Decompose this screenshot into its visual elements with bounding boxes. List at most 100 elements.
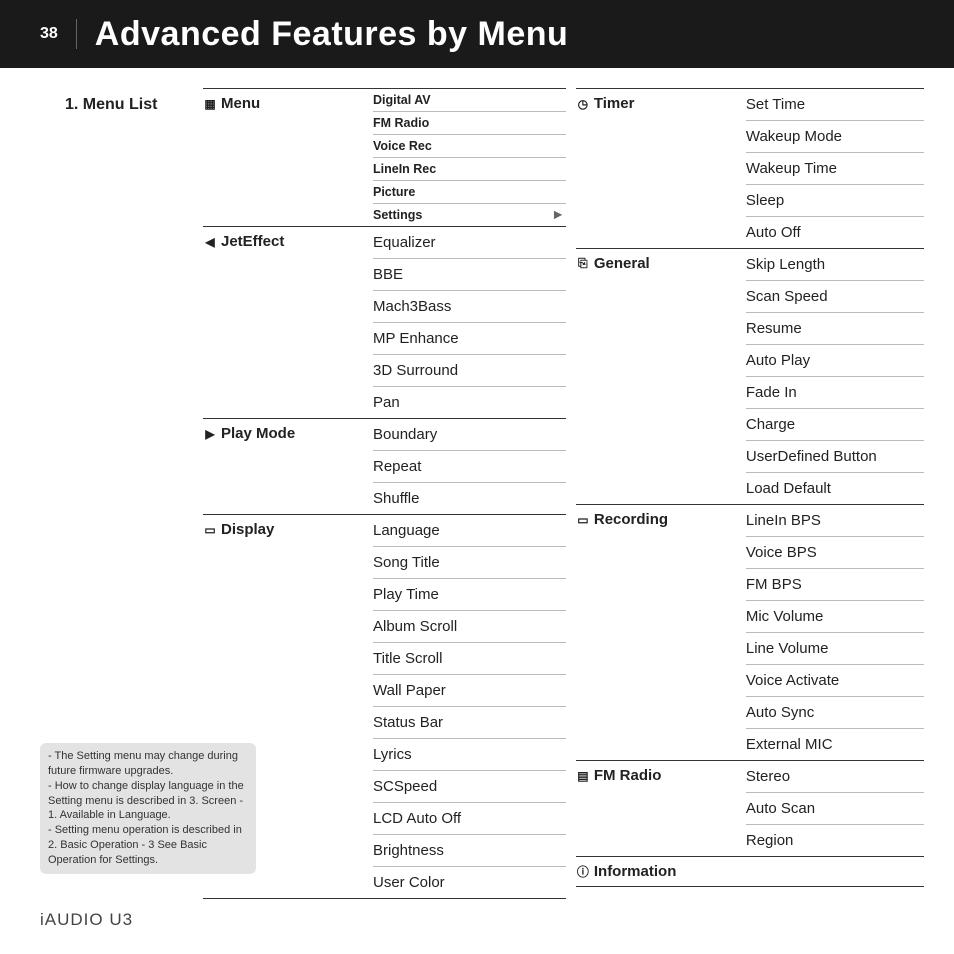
menu-category-menu: ▦ Menu bbox=[203, 89, 373, 112]
menu-item: Scan Speed bbox=[746, 281, 924, 313]
menu-item: Song Title bbox=[373, 547, 566, 579]
menu-item: Stereo bbox=[746, 761, 924, 793]
menu-item: FM Radio bbox=[373, 112, 566, 135]
menu-item: Skip Length bbox=[746, 249, 924, 281]
menu-item: Pan bbox=[373, 387, 566, 418]
menu-category-label: General bbox=[594, 255, 650, 272]
menu-category-recording: ▭ Recording bbox=[576, 505, 746, 528]
menu-item: Load Default bbox=[746, 473, 924, 504]
menu-item: Auto Play bbox=[746, 345, 924, 377]
menu-category-label: Information bbox=[594, 863, 677, 880]
menu-item: Play Time bbox=[373, 579, 566, 611]
display-icon: ▭ bbox=[203, 523, 217, 537]
menu-item: FM BPS bbox=[746, 569, 924, 601]
clock-icon: ◷ bbox=[576, 97, 590, 111]
menu-item: Language bbox=[373, 515, 566, 547]
menu-category-general: ⎘ General bbox=[576, 249, 746, 272]
menu-item: Boundary bbox=[373, 419, 566, 451]
menu-category-label: Display bbox=[221, 521, 274, 538]
menu-row: ▭ Recording LineIn BPSVoice BPSFM BPSMic V… bbox=[576, 505, 924, 760]
menu-category-label: Timer bbox=[594, 95, 635, 112]
section-title: 1. Menu List bbox=[65, 96, 157, 114]
menu-block: ▶Play ModeBoundaryRepeatShuffle bbox=[203, 418, 566, 514]
menu-items: BoundaryRepeatShuffle bbox=[373, 419, 566, 514]
menu-item: 3D Surround bbox=[373, 355, 566, 387]
menu-item: BBE bbox=[373, 259, 566, 291]
menu-item: Mach3Bass bbox=[373, 291, 566, 323]
radio-icon: ▤ bbox=[576, 769, 590, 783]
menu-row: ▶Play ModeBoundaryRepeatShuffle bbox=[203, 419, 566, 514]
menu-row: ◀JetEffectEqualizerBBEMach3BassMP Enhanc… bbox=[203, 227, 566, 418]
menu-category-timer: ◷ Timer bbox=[576, 89, 746, 112]
note-box: - The Setting menu may change during fut… bbox=[40, 743, 256, 874]
menu-item: LineIn BPS bbox=[746, 505, 924, 537]
menu-item: Album Scroll bbox=[373, 611, 566, 643]
product-footer: iAUDIO U3 bbox=[40, 910, 133, 930]
menu-category-label: Recording bbox=[594, 511, 668, 528]
menu-item: Region bbox=[746, 825, 924, 856]
menu-item: Settings▶ bbox=[373, 204, 566, 226]
play-icon: ▶ bbox=[203, 427, 217, 441]
menu-block: ◷ Timer Set TimeWakeup ModeWakeup TimeSlee… bbox=[576, 88, 924, 248]
menu-items: StereoAuto ScanRegion bbox=[746, 761, 924, 856]
menu-block: ⎘ General Skip LengthScan SpeedResumeAuto … bbox=[576, 248, 924, 504]
menu-row: ▤FM RadioStereoAuto ScanRegion bbox=[576, 761, 924, 856]
menu-item: Fade In bbox=[746, 377, 924, 409]
menu-item: Resume bbox=[746, 313, 924, 345]
menu-item: Line Volume bbox=[746, 633, 924, 665]
header-bar: 38 Advanced Features by Menu bbox=[0, 0, 954, 68]
menu-row: ▦ Menu Digital AVFM RadioVoice RecLineIn R… bbox=[203, 89, 566, 226]
menu-column-1: ▦ Menu Digital AVFM RadioVoice RecLineIn R… bbox=[203, 88, 566, 899]
menu-category-label: Menu bbox=[221, 95, 260, 112]
menu-category-information: ⓘ Information bbox=[576, 856, 924, 887]
menu-row: ⎘ General Skip LengthScan SpeedResumeAuto … bbox=[576, 249, 924, 504]
menu-category-play-mode: ▶Play Mode bbox=[203, 419, 373, 442]
menu-category-jeteffect: ◀JetEffect bbox=[203, 227, 373, 250]
menu-item: Voice Activate bbox=[746, 665, 924, 697]
menu-items: LanguageSong TitlePlay TimeAlbum ScrollT… bbox=[373, 515, 566, 898]
page-title: Advanced Features by Menu bbox=[95, 15, 569, 54]
menu-item: Charge bbox=[746, 409, 924, 441]
menu-item: Brightness bbox=[373, 835, 566, 867]
menu-item: Lyrics bbox=[373, 739, 566, 771]
menu-block: ▭ Recording LineIn BPSVoice BPSFM BPSMic V… bbox=[576, 504, 924, 760]
menu-category-label: JetEffect bbox=[221, 233, 284, 250]
general-icon: ⎘ bbox=[576, 257, 590, 271]
menu-grid-icon: ▦ bbox=[203, 97, 217, 111]
menu-item: Equalizer bbox=[373, 227, 566, 259]
menu-item: Auto Scan bbox=[746, 793, 924, 825]
menu-item: SCSpeed bbox=[373, 771, 566, 803]
menu-block: ◀JetEffectEqualizerBBEMach3BassMP Enhanc… bbox=[203, 226, 566, 418]
menu-item: Wakeup Mode bbox=[746, 121, 924, 153]
recording-icon: ▭ bbox=[576, 513, 590, 527]
menu-item: User Color bbox=[373, 867, 566, 898]
menu-item: Voice Rec bbox=[373, 135, 566, 158]
menu-item: Auto Sync bbox=[746, 697, 924, 729]
column-end-rule bbox=[203, 898, 566, 899]
page-number: 38 bbox=[40, 19, 77, 49]
menu-category-fm-radio: ▤FM Radio bbox=[576, 761, 746, 784]
menu-item: Repeat bbox=[373, 451, 566, 483]
info-icon: ⓘ bbox=[576, 865, 590, 879]
note-line: - Setting menu operation is described in… bbox=[48, 823, 248, 868]
menu-item: Voice BPS bbox=[746, 537, 924, 569]
menu-item: LineIn Rec bbox=[373, 158, 566, 181]
menu-row: ◷ Timer Set TimeWakeup ModeWakeup TimeSlee… bbox=[576, 89, 924, 248]
submenu-arrow-icon: ▶ bbox=[554, 210, 562, 221]
menu-item: Status Bar bbox=[373, 707, 566, 739]
menu-items: Set TimeWakeup ModeWakeup TimeSleepAuto … bbox=[746, 89, 924, 248]
menu-block: ▦ Menu Digital AVFM RadioVoice RecLineIn R… bbox=[203, 88, 566, 226]
menu-item: Wall Paper bbox=[373, 675, 566, 707]
menu-item: External MIC bbox=[746, 729, 924, 760]
menu-item: Shuffle bbox=[373, 483, 566, 514]
menu-item: Digital AV bbox=[373, 89, 566, 112]
menu-items: LineIn BPSVoice BPSFM BPSMic VolumeLine … bbox=[746, 505, 924, 760]
menu-category-display: ▭ Display bbox=[203, 515, 373, 538]
menu-block: ▭ Display LanguageSong TitlePlay TimeAlbum… bbox=[203, 514, 566, 898]
note-line: - How to change display language in the … bbox=[48, 779, 248, 824]
menu-item: Mic Volume bbox=[746, 601, 924, 633]
menu-column-2: ◷ Timer Set TimeWakeup ModeWakeup TimeSlee… bbox=[576, 88, 924, 899]
menu-item: Picture bbox=[373, 181, 566, 204]
menu-items: Digital AVFM RadioVoice RecLineIn RecPic… bbox=[373, 89, 566, 226]
menu-items: Skip LengthScan SpeedResumeAuto PlayFade… bbox=[746, 249, 924, 504]
